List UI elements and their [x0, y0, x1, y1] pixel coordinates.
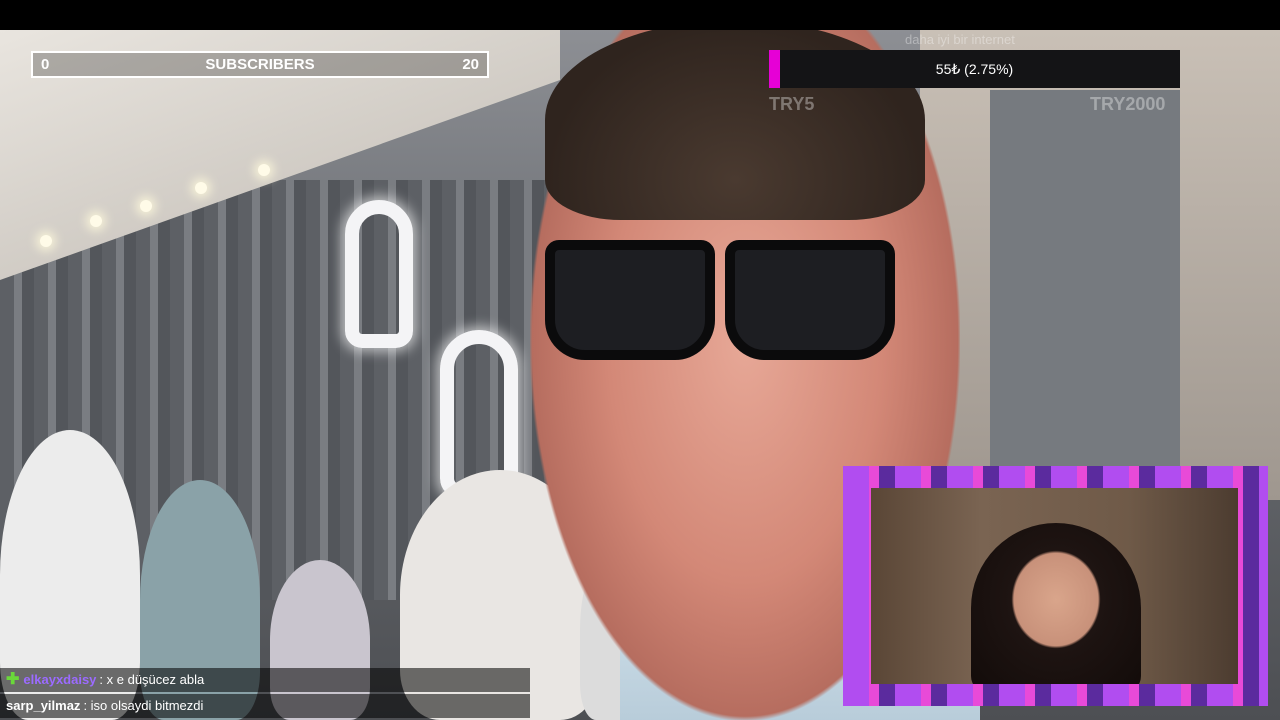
neon-sign: [345, 200, 413, 348]
donation-goal-progress: 55₺ (2.75%): [935, 60, 1014, 77]
wall-panel: [990, 90, 1180, 510]
ceiling-light: [195, 182, 207, 194]
donation-goal-max: TRY2000: [1090, 94, 1166, 114]
chat-username: sarp_yilmaz: [6, 698, 81, 713]
ceiling-light: [90, 215, 102, 227]
donation-goal-title: daha iyi bir internet: [905, 32, 1015, 47]
plus-icon: ✚: [6, 671, 20, 688]
subscriber-current: 0: [41, 56, 50, 73]
chat-username: elkayxdaisy: [23, 672, 97, 687]
ceiling-light: [140, 200, 152, 212]
chat-text: : x e düşücez abla: [99, 672, 205, 687]
sunglasses-lens: [725, 240, 895, 360]
subscriber-goal: 20: [462, 56, 479, 73]
chat-text: : iso olsaydi bitmezdi: [83, 698, 204, 713]
donation-goal-min: TRY5: [769, 94, 815, 114]
sunglasses-lens: [545, 240, 715, 360]
webcam-frame: [843, 466, 1268, 706]
donation-goal-bar: 55₺ (2.75%): [769, 50, 1180, 88]
chat-message: ✚ elkayxdaisy : x e düşücez abla: [0, 668, 530, 692]
subscriber-label: SUBSCRIBERS: [205, 56, 315, 73]
subscriber-goal-bar: 0 SUBSCRIBERS 20: [31, 51, 489, 78]
chat-overlay: ✚ elkayxdaisy : x e düşücez abla sarp_yi…: [0, 668, 530, 720]
ceiling-light: [40, 235, 52, 247]
chat-message: sarp_yilmaz : iso olsaydi bitmezdi: [0, 694, 530, 718]
sunglasses: [540, 225, 910, 360]
webcam-feed: [871, 488, 1238, 684]
ceiling-light: [258, 164, 270, 176]
webcam-person: [971, 523, 1141, 684]
